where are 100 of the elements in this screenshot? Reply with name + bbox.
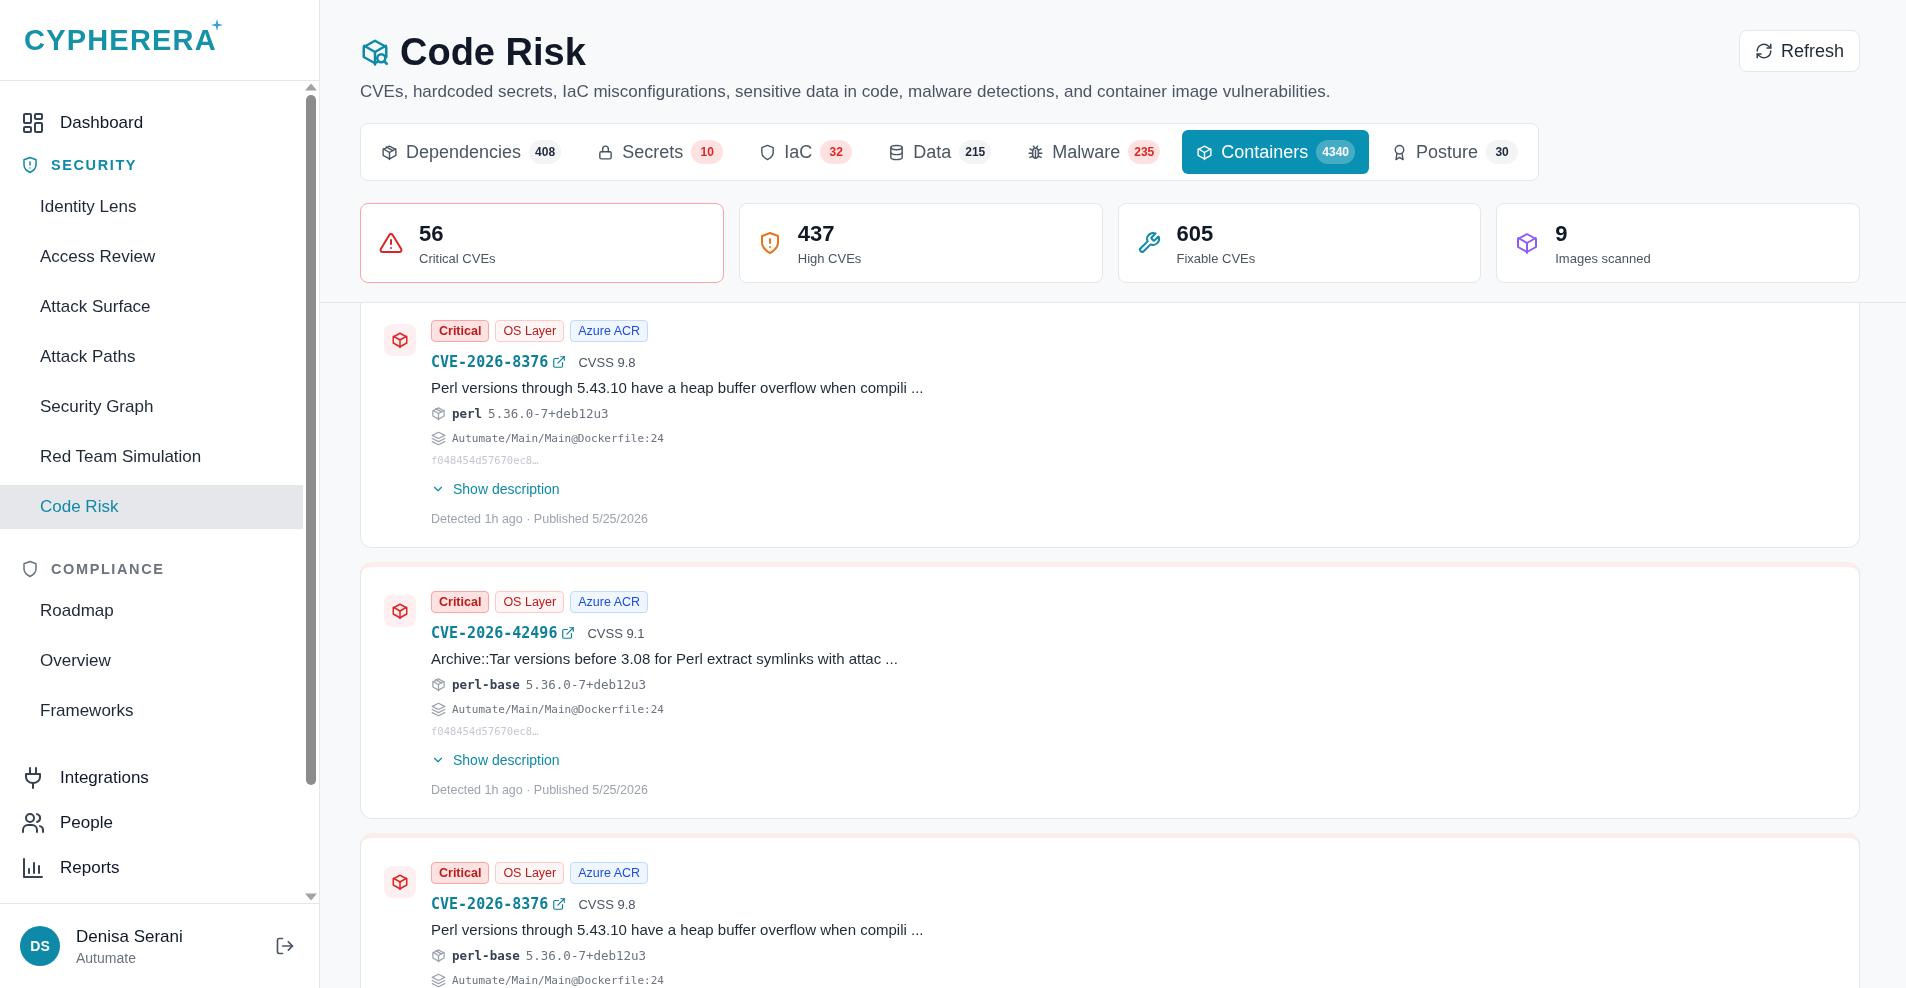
grid-icon — [21, 111, 45, 135]
nav-item[interactable]: Attack Paths — [0, 335, 303, 379]
lock-icon — [597, 143, 615, 161]
external-link-icon — [552, 897, 567, 911]
tab[interactable]: Containers 4340 — [1182, 130, 1370, 174]
cve-link[interactable]: CVE-2026-8376 — [431, 353, 567, 371]
stat-label: Images scanned — [1555, 250, 1651, 266]
image-hash: f048454d57670ec8… — [431, 725, 539, 737]
cvss-score: CVSS 9.8 — [578, 896, 636, 912]
page-title: Code Risk — [400, 30, 586, 74]
layers-icon — [431, 431, 446, 446]
nav-item[interactable]: Overview — [0, 639, 303, 683]
refresh-button[interactable]: Refresh — [1738, 30, 1860, 72]
cve-link[interactable]: CVE-2026-8376 — [431, 895, 567, 913]
cube-icon — [391, 331, 409, 349]
count-badge: 235 — [1128, 140, 1161, 164]
tag: OS Layer — [495, 862, 565, 884]
file-path: Autumate/Main/Main@Dockerfile:24 — [452, 974, 664, 987]
finding-meta: Detected 1h ago · Published 5/25/2026 — [431, 783, 648, 797]
tab[interactable]: Dependencies 408 — [367, 130, 576, 174]
tab[interactable]: Malware 235 — [1013, 130, 1175, 174]
nav-item[interactable]: Integrations — [0, 756, 303, 800]
count-badge: 215 — [959, 140, 992, 164]
tag: Critical — [431, 320, 490, 342]
refresh-icon — [1754, 42, 1773, 60]
tab[interactable]: Data 215 — [874, 130, 1006, 174]
nav-item[interactable]: Roadmap — [0, 589, 303, 633]
cvss-score: CVSS 9.8 — [578, 354, 636, 370]
external-link-icon — [561, 626, 576, 640]
warning-icon — [379, 231, 403, 255]
package-search-icon — [360, 37, 390, 67]
file-path: Autumate/Main/Main@Dockerfile:24 — [452, 703, 664, 716]
count-badge: 4340 — [1316, 140, 1356, 164]
tag: Critical — [431, 862, 490, 884]
wrench-icon — [1136, 231, 1161, 255]
avatar: DS — [20, 926, 60, 966]
layers-icon — [431, 973, 446, 988]
layers-icon — [431, 702, 446, 717]
tab[interactable]: Posture 30 — [1377, 130, 1533, 174]
finding-description: Perl versions through 5.43.10 have a heap buffer overflow when compili ... — [431, 921, 924, 938]
finding-description: Archive::Tar versions before 3.08 for Perl extract symlinks with attac ... — [431, 650, 898, 667]
package-name: perl-base — [452, 948, 520, 963]
package-icon — [431, 677, 446, 692]
count-badge: 408 — [529, 140, 562, 164]
tab[interactable]: IaC 32 — [745, 130, 867, 174]
tag: Azure ACR — [570, 862, 649, 884]
external-link-icon — [552, 355, 567, 369]
bar-chart-icon — [21, 856, 45, 880]
tag: Azure ACR — [570, 591, 649, 613]
stat-value: 56 — [419, 220, 445, 247]
scroll-down-arrow-icon[interactable] — [305, 893, 317, 901]
tag: Azure ACR — [570, 320, 649, 342]
package-version: 5.36.0-7+deb12u3 — [525, 677, 647, 692]
stat-label: Fixable CVEs — [1176, 250, 1256, 266]
bug-icon — [1027, 143, 1045, 161]
stat-value: 9 — [1555, 220, 1569, 247]
tab[interactable]: Secrets 10 — [583, 130, 738, 174]
count-badge: 10 — [691, 140, 724, 164]
shield-icon — [21, 560, 39, 578]
nav-item[interactable]: Frameworks — [0, 689, 303, 733]
package-name: perl-base — [452, 677, 520, 692]
show-description-toggle[interactable]: Show description — [431, 481, 560, 497]
show-description-toggle[interactable]: Show description — [431, 752, 560, 768]
section-heading: COMPLIANCE — [51, 561, 165, 577]
package-version: 5.36.0-7+deb12u3 — [525, 948, 647, 963]
cve-link[interactable]: CVE-2026-42496 — [431, 624, 576, 642]
logout-icon — [275, 936, 295, 956]
people-icon — [21, 811, 45, 835]
user-name: Denisa Serani — [76, 926, 184, 947]
nav-item[interactable]: Access Review — [0, 235, 303, 279]
stat-value: 605 — [1176, 220, 1215, 247]
cvss-score: CVSS 9.1 — [587, 625, 645, 641]
count-badge: 30 — [1486, 140, 1519, 164]
nav-item[interactable]: Red Team Simulation — [0, 435, 303, 479]
package-version: 5.36.0-7+deb12u3 — [488, 406, 609, 421]
cube-icon — [1196, 143, 1214, 161]
user-org: Autumate — [76, 949, 137, 966]
count-badge: 32 — [820, 140, 853, 164]
nav-item[interactable]: Reports — [0, 846, 303, 890]
package-icon — [381, 143, 398, 161]
section-heading: SECURITY — [51, 157, 138, 173]
stat-label: High CVEs — [797, 250, 862, 266]
scroll-up-arrow-icon[interactable] — [305, 83, 317, 91]
nav-item[interactable]: People — [0, 801, 303, 845]
nav-item[interactable]: Identity Lens — [0, 185, 303, 229]
database-icon — [888, 143, 906, 161]
scrollbar-thumb[interactable] — [306, 95, 316, 785]
nav-item[interactable]: Security Graph — [0, 385, 303, 429]
package-name: perl — [452, 406, 483, 421]
finding-description: Perl versions through 5.43.10 have a heap buffer overflow when compili ... — [431, 379, 924, 396]
tag: OS Layer — [495, 591, 565, 613]
tag: Critical — [431, 591, 490, 613]
stat-value: 437 — [797, 220, 836, 247]
cube-icon — [391, 873, 409, 891]
nav-item[interactable]: Dashboard — [0, 101, 303, 145]
cube-icon — [391, 602, 409, 620]
nav-item[interactable]: Attack Surface — [0, 285, 303, 329]
package-icon — [431, 406, 446, 421]
page-subtitle: CVEs, hardcoded secrets, IaC misconfigurations, sensitive data in code, malware detections, and container image vulnerabilities. — [360, 82, 1331, 102]
image-hash: f048454d57670ec8… — [431, 454, 539, 466]
